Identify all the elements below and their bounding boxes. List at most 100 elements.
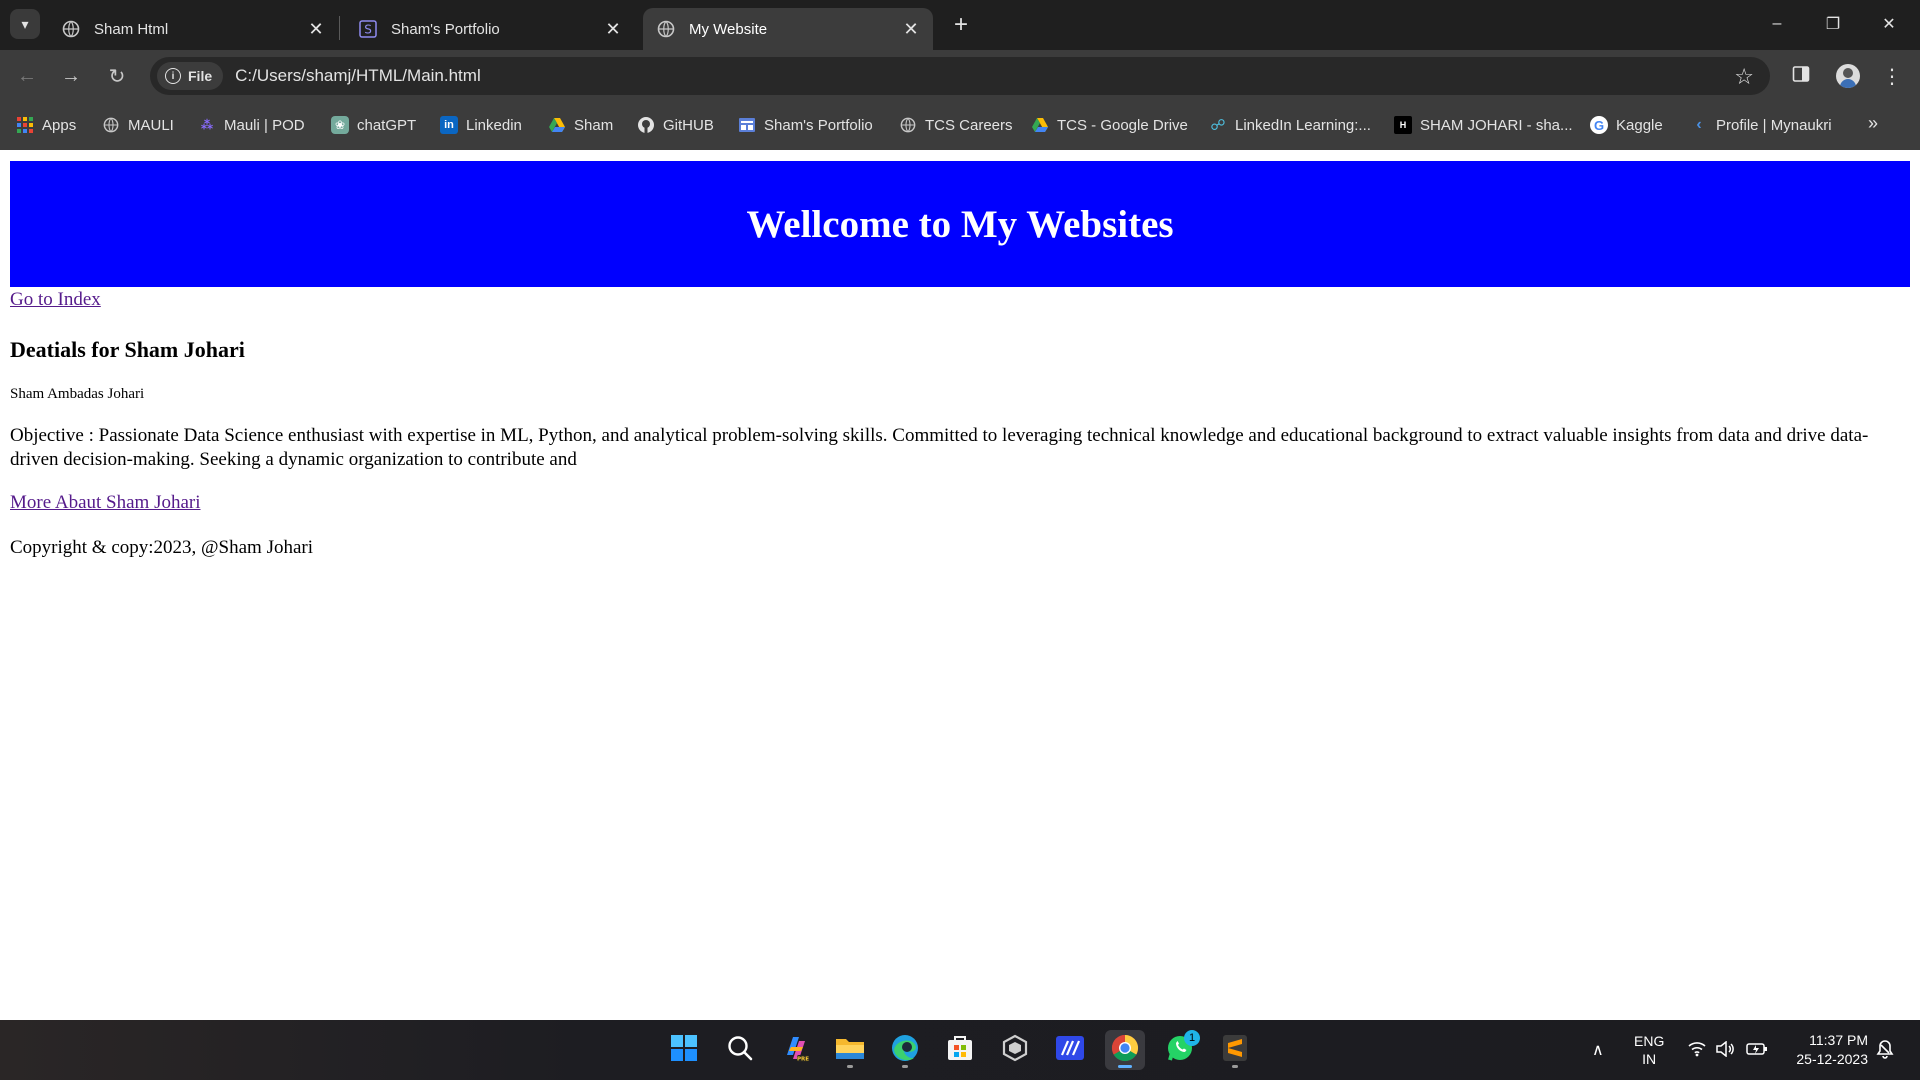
chatgpt-icon: ❀ [331,116,349,134]
tab-shams-portfolio[interactable]: S Sham's Portfolio ✕ [345,8,635,50]
bookmark-tcs-careers[interactable]: TCS Careers [899,114,1013,136]
bookmark-sham[interactable]: Sham [548,114,613,136]
bookmark-chatgpt[interactable]: ❀ chatGPT [331,114,416,136]
arrow-right-icon: → [61,64,81,87]
full-name-text: Sham Ambadas Johari [10,386,145,402]
naukri-icon: ‹ [1696,116,1702,133]
close-window-button[interactable]: ✕ [1866,8,1912,40]
url-text[interactable]: C:/Users/shamj/HTML/Main.html [235,66,481,86]
site-info-chip[interactable]: i File [157,62,224,90]
chevron-double-right-icon: » [1868,113,1879,133]
file-explorer-button[interactable] [830,1030,870,1070]
web-page: Wellcome to My Websites Go to Index Deat… [0,150,1920,1020]
clock-date: 25-12-2023 [1796,1051,1868,1067]
mauli-icon: ⁂ [200,118,214,132]
bookmark-sham-johari[interactable]: H SHAM JOHARI - sha... [1394,114,1573,136]
bookmark-label: Sham [574,116,614,134]
bookmark-github[interactable]: GitHUB [637,114,714,136]
speaker-icon [1715,1039,1735,1060]
tray-overflow-button[interactable]: ∧ [1592,1020,1604,1080]
address-bar[interactable]: i File C:/Users/shamj/HTML/Main.html ☆ [150,57,1770,95]
copyright-text: Copyright & copy:2023, @Sham Johari [10,537,314,558]
unity-icon [1001,1034,1029,1067]
bookmark-shams-portfolio[interactable]: Sham's Portfolio [738,114,873,136]
start-button[interactable] [664,1030,704,1070]
section-heading: Deatials for Sham Johari [10,337,245,362]
profile-button[interactable] [1833,61,1863,91]
notification-bell-icon [1876,1039,1894,1062]
devtool-button[interactable] [1050,1030,1090,1070]
globe-icon [62,20,80,38]
more-about-link[interactable]: More Abaut Sham Johari [10,492,1905,514]
copilot-button[interactable]: PRE [776,1030,816,1070]
bookmark-label: Linkedin [466,116,522,134]
chrome-icon [1110,1033,1140,1068]
bookmark-label: Profile | Mynaukri [1716,116,1832,134]
close-icon[interactable]: ✕ [901,19,921,39]
restore-button[interactable]: ❐ [1810,8,1856,40]
bookmark-label: Apps [42,116,77,134]
avatar [1836,64,1860,88]
bookmarks-overflow-button[interactable]: » [1868,113,1878,134]
reload-button[interactable]: ↻ [102,62,132,90]
tab-my-website[interactable]: My Website ✕ [643,8,933,50]
running-indicator [902,1065,908,1068]
side-panel-button[interactable] [1786,61,1816,91]
linkedin-icon: in [440,116,458,134]
bookmark-label: LinkedIn Learning:... [1235,116,1371,134]
close-icon[interactable]: ✕ [306,19,326,39]
edge-button[interactable] [885,1030,925,1070]
new-tab-button[interactable]: + [948,11,974,38]
site-info-label: File [188,68,213,84]
sublime-icon [1222,1034,1248,1067]
bookmark-linkedin[interactable]: in Linkedin [440,114,522,136]
unity-button[interactable] [995,1030,1035,1070]
linkedin-learning-icon: ☍ [1210,117,1226,134]
bookmark-tcs-google-drive[interactable]: TCS - Google Drive [1031,114,1188,136]
tab-sham-html[interactable]: Sham Html ✕ [48,8,338,50]
browser-toolbar: ← → ↻ i File C:/Users/shamj/HTML/Main.ht… [0,50,1920,100]
chrome-button[interactable] [1105,1030,1145,1070]
volume-button[interactable] [1715,1020,1735,1080]
bookmark-label: chatGPT [357,116,417,134]
forward-button[interactable]: → [56,62,86,90]
bookmark-mauli-pod[interactable]: ⁂ Mauli | POD [198,114,305,136]
globe-icon [657,20,675,38]
battery-charging-icon [1746,1042,1768,1059]
svg-text:S: S [364,23,372,37]
network-button[interactable] [1688,1020,1706,1080]
tab-strip: ▾ Sham Html ✕ S Sham's Portfolio ✕ My We… [0,0,1920,50]
store-button[interactable] [940,1030,980,1070]
bookmark-apps[interactable]: Apps [16,114,76,136]
clock-time: 11:37 PM [1809,1032,1868,1048]
language-indicator[interactable]: ENG IN [1634,1020,1664,1080]
clock[interactable]: 11:37 PM 25-12-2023 [1780,1020,1868,1080]
info-icon: i [165,68,181,84]
chevron-up-icon: ∧ [1592,1042,1604,1059]
notifications-button[interactable] [1876,1020,1894,1080]
globe-icon [899,116,917,134]
bookmark-mynaukri[interactable]: ‹ Profile | Mynaukri [1690,114,1832,136]
bookmark-star-icon[interactable]: ☆ [1734,64,1754,90]
language-code: ENG [1634,1033,1665,1049]
running-indicator [847,1065,853,1068]
globe-icon [102,116,120,134]
running-indicator [1118,1065,1132,1068]
battery-button[interactable] [1746,1020,1768,1080]
minimize-button[interactable]: – [1754,8,1800,40]
bookmark-kaggle[interactable]: G Kaggle [1590,114,1663,136]
sublime-button[interactable] [1215,1030,1255,1070]
back-button[interactable]: ← [12,62,42,90]
minimize-icon: – [1772,15,1782,32]
taskbar-search-button[interactable] [720,1030,760,1070]
menu-button[interactable]: ⋮ [1877,61,1907,91]
google-drive-icon [1031,116,1049,134]
go-to-index-link[interactable]: Go to Index [10,289,1905,311]
tab-search-button[interactable]: ▾ [10,9,40,39]
bookmark-linkedin-learning[interactable]: ☍ LinkedIn Learning:... [1209,114,1371,136]
bookmark-label: Sham's Portfolio [764,116,873,134]
notification-badge: 1 [1184,1030,1200,1046]
bookmark-mauli[interactable]: MAULI [102,114,174,136]
whatsapp-button[interactable]: 1 [1160,1030,1200,1070]
close-icon[interactable]: ✕ [603,19,623,39]
